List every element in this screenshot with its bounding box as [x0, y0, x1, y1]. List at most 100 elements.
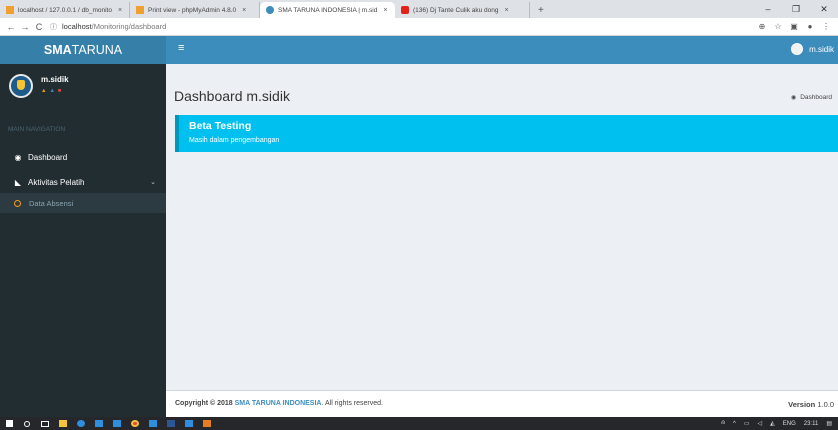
user-panel: m.sidik ▲ ▲ ■	[0, 64, 166, 116]
main-content: Dashboard m.sidik ◉ Dashboard Beta Testi…	[166, 64, 838, 390]
clock[interactable]: 23:11	[804, 421, 819, 427]
file-explorer-icon[interactable]	[54, 420, 72, 427]
app-logo[interactable]: SMA TARUNA	[0, 36, 166, 64]
word-icon[interactable]	[162, 420, 180, 427]
logo-bold: SMA	[43, 43, 72, 57]
user-menu[interactable]: m.sidik	[791, 43, 834, 55]
url-host: localhost	[62, 22, 92, 31]
copyright-suffix: . All rights reserved.	[321, 400, 383, 407]
phpmyadmin-icon	[136, 6, 144, 14]
top-navbar: ≡ m.sidik	[166, 36, 838, 64]
sidebar-header: MAIN NAVIGATION	[8, 126, 66, 133]
zoom-icon[interactable]: ⊕	[754, 22, 770, 31]
new-tab-button[interactable]: +	[530, 2, 552, 18]
copyright-prefix: Copyright © 2018	[175, 400, 235, 407]
volume-icon[interactable]: ◁	[757, 420, 762, 427]
org-link[interactable]: SMA TARUNA INDONESIA	[235, 400, 322, 407]
close-icon[interactable]: ×	[505, 7, 509, 14]
minimize-button[interactable]: –	[754, 0, 782, 18]
dashboard-icon: ◉	[790, 95, 797, 101]
close-icon[interactable]: ×	[118, 7, 122, 14]
system-tray: ⍝ ^ ▭ ◁ ◭ ENG 23:11 ▤	[713, 417, 832, 430]
chevron-down-icon: ⌄	[150, 179, 156, 186]
profile-icon[interactable]: ●	[802, 22, 818, 31]
logo-text: TARUNA	[71, 43, 123, 57]
status-dot-icon: ■	[57, 88, 62, 94]
callout-text: Masih dalam pengembangan	[189, 137, 280, 144]
store-icon[interactable]	[90, 420, 108, 427]
reload-button[interactable]: C	[32, 22, 46, 32]
page-title: Dashboard m.sidik	[174, 88, 290, 104]
status-indicators: ▲ ▲ ■	[41, 88, 64, 94]
copyright: Copyright © 2018 SMA TARUNA INDONESIA. A…	[175, 400, 383, 407]
youtube-icon	[401, 6, 409, 14]
version: Version 1.0.0	[788, 400, 834, 409]
cast-icon[interactable]: ▣	[786, 22, 802, 31]
tab-title: localhost / 127.0.0.1 / db_monito	[18, 6, 112, 14]
avatar	[791, 43, 804, 55]
forward-button[interactable]: →	[18, 22, 32, 32]
circle-icon	[14, 199, 21, 207]
search-icon[interactable]	[18, 420, 36, 427]
browser-tab[interactable]: Print view - phpMyAdmin 4.8.0 ×	[130, 2, 260, 18]
battery-icon[interactable]: ▭	[744, 420, 750, 427]
network-icon[interactable]: ◭	[770, 420, 775, 427]
url-path: /Monitoring/dashboard	[91, 22, 167, 31]
language-indicator[interactable]: ENG	[783, 421, 796, 427]
taskbar: ⍝ ^ ▭ ◁ ◭ ENG 23:11 ▤	[0, 417, 838, 430]
breadcrumb-label: Dashboard	[800, 94, 832, 101]
info-icon[interactable]: ⓘ	[50, 22, 57, 32]
browser-tab-active[interactable]: SMA TARUNA INDONESIA | m.sid ×	[260, 2, 395, 18]
status-dot-icon: ▲	[49, 88, 55, 94]
dashboard-icon: ◉	[14, 152, 22, 162]
phpmyadmin-icon	[6, 6, 14, 14]
browser-toolbar: ⊕ ☆ ▣ ● ⋮	[754, 22, 834, 31]
notification-icon[interactable]: ▤	[826, 420, 832, 427]
browser-tab[interactable]: (136) Dj Tante Culik aku dong ×	[395, 2, 530, 18]
breadcrumb[interactable]: ◉ Dashboard	[791, 94, 832, 101]
tab-title: SMA TARUNA INDONESIA | m.sid	[278, 6, 378, 14]
sidebar-item-label: Aktivitas Pelatih	[28, 177, 85, 187]
sidebar-item-aktivitas-pelatih[interactable]: ◣ Aktivitas Pelatih ⌄	[0, 172, 166, 192]
user-avatar	[9, 74, 33, 98]
maximize-button[interactable]: ❐	[782, 0, 810, 18]
sidebar-user-name: m.sidik	[41, 75, 69, 84]
browser-tab-bar: localhost / 127.0.0.1 / db_monito × Prin…	[0, 0, 838, 18]
version-label: Version	[788, 400, 816, 409]
app-icon[interactable]	[144, 420, 162, 427]
site-favicon-icon	[266, 6, 274, 14]
user-name: m.sidik	[809, 44, 834, 54]
footer: Copyright © 2018 SMA TARUNA INDONESIA. A…	[166, 390, 838, 417]
tab-title: (136) Dj Tante Culik aku dong	[413, 6, 499, 14]
info-callout: Beta Testing Masih dalam pengembangan	[175, 115, 838, 152]
bookmark-star-icon[interactable]: ☆	[770, 22, 786, 31]
callout-title: Beta Testing	[189, 120, 252, 132]
windows-start-icon[interactable]	[0, 420, 18, 427]
sidebar-item-dashboard[interactable]: ◉ Dashboard	[0, 147, 166, 167]
address-bar: ← → C ⓘ localhost /Monitoring/dashboard …	[0, 18, 838, 36]
sidebar-subitem-data-absensi[interactable]: Data Absensi	[0, 193, 166, 213]
sidebar: m.sidik ▲ ▲ ■ MAIN NAVIGATION ◉ Dashboard …	[0, 64, 166, 417]
app2-icon[interactable]	[198, 420, 216, 427]
back-button[interactable]: ←	[4, 22, 18, 32]
chevron-up-icon[interactable]: ^	[733, 421, 736, 427]
people-icon[interactable]: ⍝	[721, 420, 725, 427]
close-icon[interactable]: ×	[383, 7, 387, 14]
sidebar-subitem-label: Data Absensi	[29, 198, 74, 208]
sidebar-toggle-icon[interactable]: ≡	[178, 42, 184, 54]
tab-title: Print view - phpMyAdmin 4.8.0	[148, 6, 237, 14]
menu-icon[interactable]: ⋮	[818, 22, 834, 31]
window-controls: – ❐ ✕	[754, 0, 838, 18]
close-icon[interactable]: ×	[242, 7, 246, 14]
browser-tab[interactable]: localhost / 127.0.0.1 / db_monito ×	[0, 2, 130, 18]
mail-icon[interactable]	[108, 420, 126, 427]
vscode-icon[interactable]	[180, 420, 198, 427]
url-field[interactable]: ⓘ localhost /Monitoring/dashboard	[50, 22, 166, 32]
bullhorn-icon: ◣	[14, 177, 22, 187]
close-window-button[interactable]: ✕	[810, 0, 838, 18]
sidebar-item-label: Dashboard	[28, 152, 68, 162]
task-view-icon[interactable]	[36, 420, 54, 427]
chrome-icon[interactable]	[126, 420, 144, 427]
edge-icon[interactable]	[72, 420, 90, 427]
version-number: 1.0.0	[817, 400, 834, 409]
